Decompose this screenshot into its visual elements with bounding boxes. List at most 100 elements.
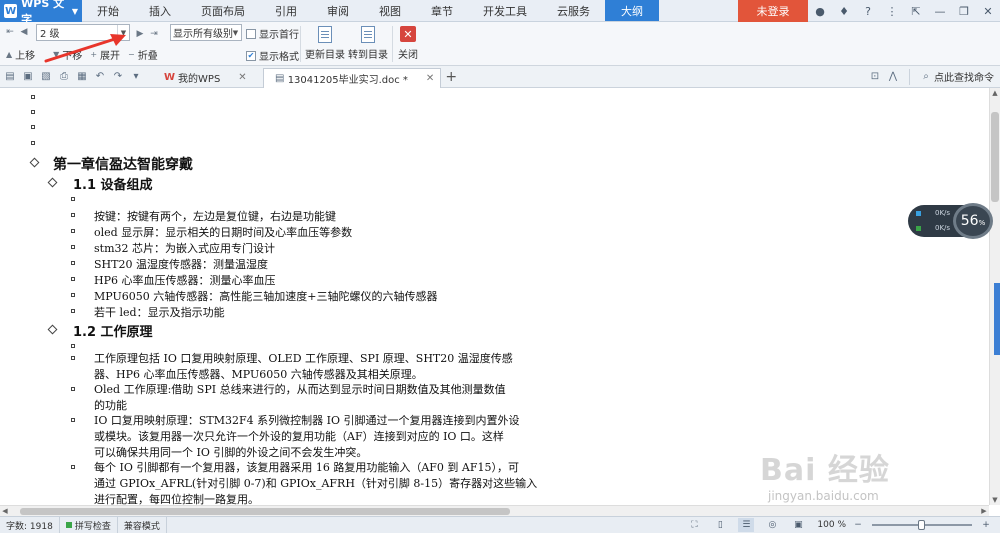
zoom-slider[interactable] bbox=[872, 520, 972, 530]
reading-mode-icon[interactable]: ▣ bbox=[790, 518, 806, 532]
export-pdf-icon[interactable]: ▧ bbox=[38, 69, 54, 85]
scroll-left-icon[interactable]: ◀ bbox=[0, 506, 10, 516]
paragraph-line[interactable]: 的功能 bbox=[94, 397, 127, 413]
goto-toc-button[interactable]: 转到目录 bbox=[348, 24, 388, 64]
tab-insert[interactable]: 插入 bbox=[134, 0, 186, 21]
expand-collapse-icon[interactable]: ⋀ bbox=[885, 69, 901, 85]
paragraph-line[interactable]: IO 口复用映射原理：STM32F4 系列微控制器 IO 引脚通过一个复用器连接… bbox=[94, 412, 519, 428]
outline-expand-icon[interactable] bbox=[47, 324, 58, 335]
app-menu-button[interactable]: W WPS 文字 ▼ bbox=[0, 0, 82, 26]
close-tab-icon[interactable]: ✕ bbox=[426, 73, 434, 84]
maximize-icon[interactable]: ❐ bbox=[952, 0, 976, 22]
show-levels-select[interactable]: 显示所有级别 ▼ bbox=[170, 24, 242, 41]
show-first-line-checkbox[interactable]: 显示首行 bbox=[246, 26, 299, 41]
list-item[interactable]: 若干 led：显示及指示功能 bbox=[94, 304, 225, 320]
zoom-slider-knob[interactable] bbox=[918, 520, 925, 530]
print-preview-icon[interactable]: ▦ bbox=[74, 69, 90, 85]
close-outline-button[interactable]: ✕ 关闭 bbox=[398, 24, 418, 64]
list-item[interactable]: SHT20 温湿度传感器：测量温湿度 bbox=[94, 256, 268, 272]
side-panel-handle[interactable] bbox=[994, 283, 1000, 355]
tab-outline[interactable]: 大纲 bbox=[605, 0, 659, 21]
tab-view[interactable]: 视图 bbox=[364, 0, 416, 21]
section-heading[interactable]: 1.2 工作原理 bbox=[73, 321, 153, 340]
tab-review[interactable]: 审阅 bbox=[312, 0, 364, 21]
promote-icon[interactable]: ◀ bbox=[18, 25, 30, 39]
tab-chapter[interactable]: 章节 bbox=[416, 0, 468, 21]
scroll-up-icon[interactable]: ▲ bbox=[990, 88, 1000, 98]
paragraph-line[interactable]: 或模块。该复用器一次只允许一个外设的复用功能（AF）连接到对应的 IO 口。这样 bbox=[94, 428, 504, 444]
shirt-icon[interactable]: ♦ bbox=[835, 2, 853, 20]
outline-expand-icon[interactable] bbox=[29, 157, 40, 168]
list-item[interactable]: MPU6050 六轴传感器：高性能三轴加速度+三轴陀螺仪的六轴传感器 bbox=[94, 288, 437, 304]
find-command-search[interactable]: ⌕ 点此查找命令 bbox=[909, 68, 994, 85]
customize-toolbar-icon[interactable]: ▾ bbox=[128, 69, 144, 85]
minimize-icon[interactable]: — bbox=[928, 0, 952, 22]
outline-expand-icon[interactable] bbox=[47, 177, 58, 188]
horizontal-scrollbar[interactable]: ◀ ▶ bbox=[0, 505, 989, 516]
expand-button[interactable]: + 展开 bbox=[90, 47, 120, 62]
demote-to-body-icon[interactable]: ⇥ bbox=[148, 27, 160, 41]
tab-developer[interactable]: 开发工具 bbox=[468, 0, 542, 21]
close-outline-icon: ✕ bbox=[399, 24, 417, 44]
print-icon[interactable]: ⎙ bbox=[56, 69, 72, 85]
show-format-checkbox[interactable]: ✔ 显示格式 bbox=[246, 48, 299, 63]
collapse-button[interactable]: − 折叠 bbox=[128, 47, 158, 62]
zoom-in-icon[interactable]: + bbox=[978, 518, 994, 532]
scroll-right-icon[interactable]: ▶ bbox=[979, 506, 989, 516]
tab-references[interactable]: 引用 bbox=[260, 0, 312, 21]
word-count[interactable]: 字数: 1918 bbox=[0, 516, 60, 533]
paragraph-line[interactable]: 器、HP6 心率血压传感器、MPU6050 六轴传感器及其相关原理。 bbox=[94, 366, 423, 382]
list-item[interactable]: HP6 心率血压传感器：测量心率血压 bbox=[94, 272, 276, 288]
help-icon[interactable]: ? bbox=[859, 2, 877, 20]
login-button[interactable]: 未登录 bbox=[738, 0, 808, 22]
chevron-down-icon[interactable]: ▼ bbox=[117, 25, 129, 40]
list-item[interactable]: stm32 芯片：为嵌入式应用专门设计 bbox=[94, 240, 275, 256]
save-icon[interactable]: ▣ bbox=[20, 69, 36, 85]
new-tab-icon[interactable]: + bbox=[445, 69, 457, 85]
demote-icon[interactable]: ▶ bbox=[134, 27, 146, 41]
close-icon[interactable]: ✕ bbox=[976, 0, 1000, 22]
list-item[interactable]: 按键：按键有两个，左边是复位键，右边是功能键 bbox=[94, 208, 336, 224]
zoom-level[interactable]: 100 % bbox=[817, 520, 846, 530]
outline-view-icon[interactable]: ☰ bbox=[738, 518, 755, 532]
open-folder-icon[interactable]: ▤ bbox=[2, 69, 18, 85]
chapter-heading[interactable]: 第一章信盈达智能穿戴 bbox=[53, 154, 193, 174]
tab-page-layout[interactable]: 页面布局 bbox=[186, 0, 260, 21]
document-area[interactable]: 第一章信盈达智能穿戴 1.1 设备组成 按键：按键有两个，左边是复位键，右边是功… bbox=[0, 88, 989, 505]
paragraph-line[interactable]: 可以确保共用同一个 IO 引脚的外设之间不会发生冲突。 bbox=[94, 444, 367, 460]
close-tab-icon[interactable]: ✕ bbox=[238, 72, 246, 83]
promote-to-heading1-icon[interactable]: ⇤ bbox=[4, 25, 16, 39]
paragraph-line[interactable]: Oled 工作原理:借助 SPI 总线来进行的，从而达到显示时间日期数值及其他测… bbox=[94, 381, 506, 397]
tab-my-wps[interactable]: W 我的WPS ✕ bbox=[158, 68, 253, 88]
skin-icon[interactable]: ● bbox=[811, 2, 829, 20]
zoom-out-icon[interactable]: − bbox=[850, 518, 866, 532]
list-item[interactable]: oled 显示屏：显示相关的日期时间及心率血压等参数 bbox=[94, 224, 352, 240]
vertical-scroll-thumb[interactable] bbox=[991, 112, 999, 202]
scroll-down-icon[interactable]: ▼ bbox=[990, 495, 1000, 505]
restore-ribbon-icon[interactable]: ⇱ bbox=[904, 0, 928, 22]
outline-level-select[interactable]: 2 级 ▼ bbox=[36, 24, 130, 41]
tab-home[interactable]: 开始 bbox=[82, 0, 134, 21]
network-speed-widget[interactable]: 0K/s 0K/s 56% bbox=[908, 203, 996, 239]
undo-icon[interactable]: ↶ bbox=[92, 69, 108, 85]
redo-icon[interactable]: ↷ bbox=[110, 69, 126, 85]
move-up-button[interactable]: ▲ 上移 bbox=[6, 47, 35, 62]
paragraph-line[interactable]: 工作原理包括 IO 口复用映射原理、OLED 工作原理、SPI 原理、SHT20… bbox=[94, 350, 513, 366]
bookmark-icon[interactable]: ⊡ bbox=[867, 69, 883, 85]
focus-mode-icon[interactable]: ⛶ bbox=[686, 518, 702, 532]
page-view-icon[interactable]: ▯ bbox=[712, 518, 728, 532]
chevron-down-icon[interactable]: ▼ bbox=[230, 25, 241, 40]
move-down-button[interactable]: ▼ 下移 bbox=[53, 47, 82, 62]
spell-check-toggle[interactable]: 拼写检查 bbox=[60, 516, 118, 533]
paragraph-line[interactable]: 通过 GPIOx_AFRL(针对引脚 0-7)和 GPIOx_AFRH（针对引脚… bbox=[94, 475, 537, 491]
tab-document[interactable]: ▤ 13041205毕业实习.doc * ✕ bbox=[262, 67, 442, 88]
memory-usage-gauge[interactable]: 56% bbox=[953, 203, 993, 239]
paragraph-line[interactable]: 每个 IO 引脚都有一个复用器，该复用器采用 16 路复用功能输入（AF0 到 … bbox=[94, 459, 519, 475]
more-icon[interactable]: ⋮ bbox=[883, 2, 901, 20]
horizontal-scroll-thumb[interactable] bbox=[20, 508, 510, 515]
update-toc-button[interactable]: 更新目录 bbox=[305, 24, 345, 64]
section-heading[interactable]: 1.1 设备组成 bbox=[73, 174, 153, 193]
web-view-icon[interactable]: ◎ bbox=[764, 518, 780, 532]
tab-cloud[interactable]: 云服务 bbox=[542, 0, 605, 21]
paragraph-line[interactable]: 进行配置，每四位控制一路复用。 bbox=[94, 491, 259, 505]
